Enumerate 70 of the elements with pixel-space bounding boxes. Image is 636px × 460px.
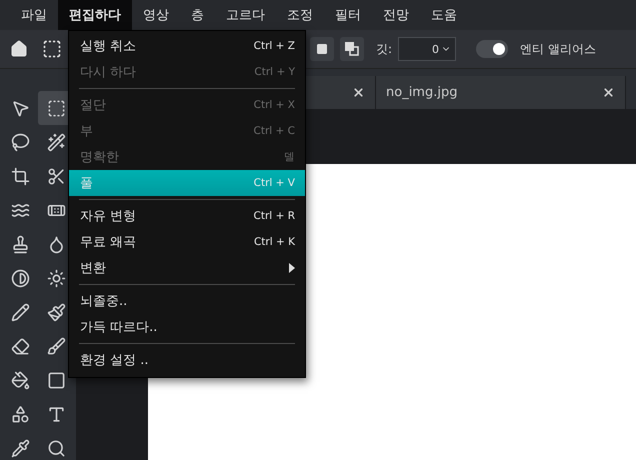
tab-label: no_img.jpg xyxy=(386,85,458,100)
paintbrush-icon xyxy=(46,302,66,322)
menu-item-label: 환경 설정 .. xyxy=(80,352,149,369)
menu-item-label: 자유 변형 xyxy=(80,208,136,225)
close-icon[interactable] xyxy=(602,86,615,99)
menu-bar-item[interactable]: 파일 xyxy=(10,0,58,30)
dashed-square-icon xyxy=(46,98,66,118)
arrow-icon xyxy=(10,98,30,118)
menu-item[interactable]: 자유 변형 Ctrl + R xyxy=(69,203,305,229)
wand-icon xyxy=(46,132,66,152)
shortcut-label: Ctrl + Y xyxy=(254,66,295,78)
search-icon xyxy=(46,438,66,458)
feather-dropdown[interactable]: 0 xyxy=(398,37,456,61)
submenu-arrow-icon xyxy=(289,263,295,273)
mode-button[interactable] xyxy=(310,37,334,61)
menu-bar-item[interactable]: 고르다 xyxy=(215,0,276,30)
pipette-icon xyxy=(10,438,30,458)
menu-item-label: 무료 왜곡 xyxy=(80,234,136,251)
menu-item[interactable]: 환경 설정 .. xyxy=(69,347,305,373)
antialias-toggle[interactable] xyxy=(476,40,508,58)
eraser-icon xyxy=(10,336,30,356)
shortcut-label: Ctrl + C xyxy=(254,125,295,137)
menu-bar-item[interactable]: 편집하다 xyxy=(58,0,132,30)
shortcut-label: 델 xyxy=(284,150,295,164)
pencil-icon xyxy=(10,302,30,322)
sun-icon xyxy=(46,268,66,288)
menu-item-label: 부 xyxy=(80,123,93,140)
shortcut-label: Ctrl + Z xyxy=(254,40,295,52)
submenu-item[interactable]: 변환 xyxy=(69,255,305,281)
menu-item-label: 풀 xyxy=(80,175,93,192)
square-icon xyxy=(46,370,66,390)
shortcut-label: Ctrl + K xyxy=(254,236,295,248)
menu-item-label: 가득 따르다.. xyxy=(80,319,158,336)
menu-item[interactable]: 실행 취소 Ctrl + Z xyxy=(69,33,305,59)
menu-item-label: 변환 xyxy=(80,260,106,277)
menu-bar-item[interactable]: 층 xyxy=(180,0,215,30)
shortcut-label: Ctrl + V xyxy=(254,177,295,189)
crop-icon xyxy=(10,166,30,186)
shapes-icon xyxy=(10,404,30,424)
menu-bar-item[interactable]: 영상 xyxy=(132,0,180,30)
menu-bar-item[interactable]: 전망 xyxy=(372,0,420,30)
lasso-icon xyxy=(10,132,30,152)
menu-bar-item[interactable]: 필터 xyxy=(324,0,372,30)
menu-bar-item[interactable]: 도움 xyxy=(420,0,468,30)
menu-item-label: 명확한 xyxy=(80,149,119,166)
antialias-label: 엔티 앨리어스 xyxy=(520,40,596,58)
feather-label: 깃: xyxy=(376,40,392,58)
menu-item[interactable]: 가득 따르다.. xyxy=(69,314,305,340)
stamp-icon xyxy=(10,234,30,254)
mode-button[interactable] xyxy=(340,37,364,61)
square-icon xyxy=(316,43,328,55)
menu-item-label: 절단 xyxy=(80,97,106,114)
overlapping-squares-icon xyxy=(345,42,359,56)
scissors-icon xyxy=(46,166,66,186)
shortcut-label: Ctrl + X xyxy=(254,99,295,111)
type-icon xyxy=(46,404,66,424)
home-icon[interactable] xyxy=(10,40,28,58)
document-tab[interactable]: no_img.jpg xyxy=(376,76,626,109)
menu-bar-item[interactable]: 조정 xyxy=(276,0,324,30)
dashed-square-icon[interactable] xyxy=(42,39,62,59)
menu-item-label: 뇌졸중.. xyxy=(80,293,128,310)
half-circle-icon xyxy=(10,268,30,288)
menu-item[interactable]: 뇌졸중.. xyxy=(69,288,305,314)
menu-item[interactable]: 무료 왜곡 Ctrl + K xyxy=(69,229,305,255)
shortcut-label: Ctrl + R xyxy=(254,210,295,222)
paint-bucket-icon xyxy=(10,370,30,390)
close-icon[interactable] xyxy=(352,86,365,99)
brush-icon xyxy=(46,336,66,356)
menu-item-label: 실행 취소 xyxy=(80,38,136,55)
menu-item-label: 다시 하다 xyxy=(80,64,136,81)
